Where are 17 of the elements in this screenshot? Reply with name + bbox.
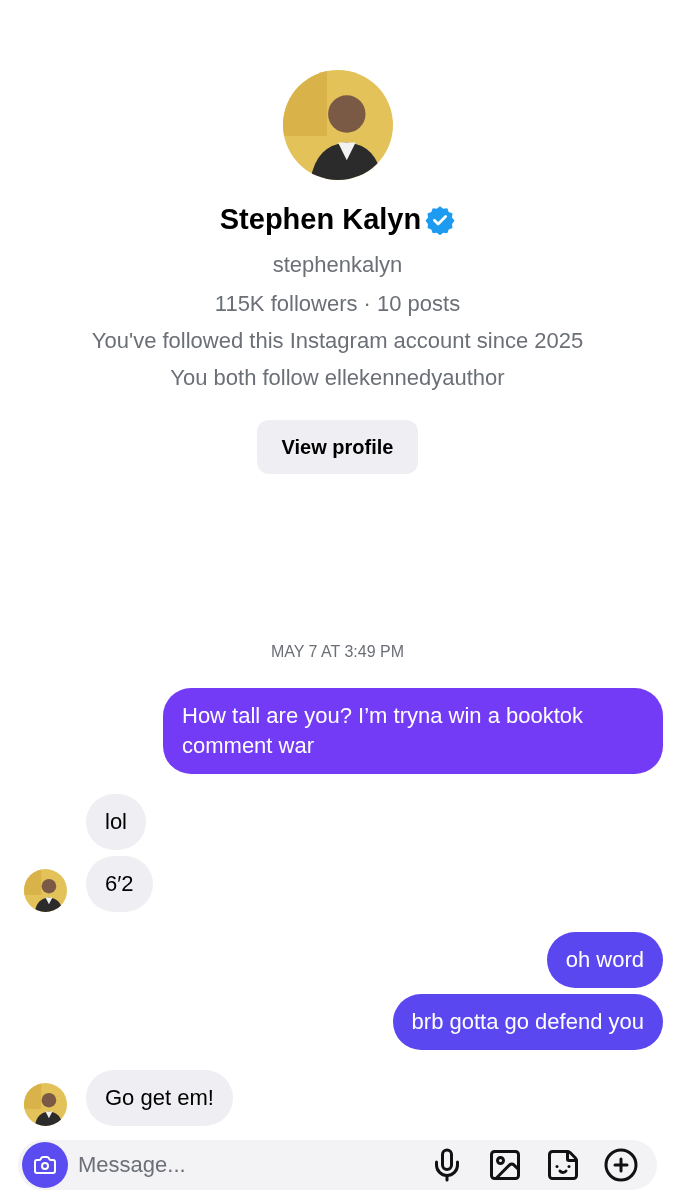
camera-button[interactable]	[22, 1141, 68, 1188]
add-icon[interactable]	[603, 1146, 639, 1183]
profile-stats: 115K followers · 10 posts	[214, 289, 461, 318]
message-field[interactable]: Message...	[18, 1139, 657, 1190]
message-bubble: 6′2	[86, 855, 153, 912]
profile-name: Stephen Kalyn	[219, 202, 422, 237]
message-bubble: How tall are you? I’m tryna win a booktok comment war	[163, 687, 663, 774]
message-bubble: brb gotta go defend you	[392, 993, 663, 1050]
timestamp: MAY 7 AT 3:49 PM	[270, 641, 405, 662]
message-bubble: Go get em!	[86, 1069, 233, 1126]
message-bubble: oh word	[546, 931, 663, 988]
profile-info: You both follow ellekennedyauthor	[170, 363, 505, 392]
profile-info: You've followed this Instagram account since 2025	[91, 326, 584, 355]
message-input[interactable]: Message...	[78, 1148, 419, 1181]
username: stephenkalyn	[272, 250, 403, 279]
view-profile-button[interactable]: View profile	[256, 419, 419, 474]
message-bubble: lol	[86, 793, 146, 850]
